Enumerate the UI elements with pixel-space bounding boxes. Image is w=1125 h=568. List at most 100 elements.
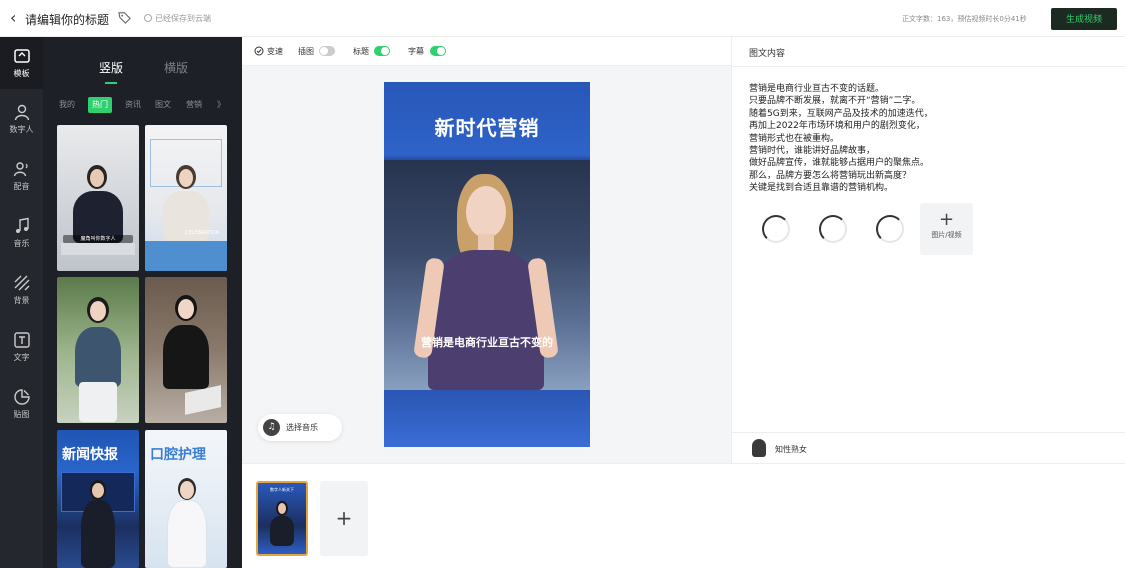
script-line: 那么，品牌方要怎么将营销玩出新高度？ xyxy=(749,170,912,181)
voice-name: 知性熟女 xyxy=(775,445,807,454)
script-line: 营销形式也在被重构。 xyxy=(749,133,840,144)
choose-music-button[interactable]: ♫ 选择音乐 xyxy=(258,414,342,441)
rail-label: 贴图 xyxy=(13,410,30,419)
toggle-subtitle-label: 字幕 xyxy=(408,47,424,56)
scene-thumb[interactable]: 数字人新关下 xyxy=(256,481,308,556)
add-media-button[interactable]: + 图片/视频 xyxy=(920,203,973,255)
category-more-arrow[interactable]: 》 xyxy=(213,97,229,113)
script-line: 随着5G到来，互联网产品及技术的加速迭代， xyxy=(749,108,933,119)
left-rail: 模板 数字人 配音 音乐 背景 文字 贴图 xyxy=(0,37,43,568)
sticker-icon xyxy=(13,389,30,405)
presenter-face xyxy=(92,483,104,498)
presenter-body xyxy=(163,325,209,389)
script-line: 再加上2022年市场环境和用户的剧烈变化， xyxy=(749,121,925,132)
presenter-face xyxy=(466,186,506,238)
voice-avatar xyxy=(752,439,766,457)
template-thumb[interactable]: 口腔护理 xyxy=(145,430,227,568)
text-icon xyxy=(13,332,30,348)
rail-label: 数字人 xyxy=(9,125,34,134)
banner xyxy=(145,241,227,271)
category-image-text[interactable]: 图文 xyxy=(151,97,175,113)
voice-selector[interactable]: 知性熟女 xyxy=(732,432,1125,463)
toggle-subtitle-switch[interactable] xyxy=(430,46,446,56)
toggle-title-switch[interactable] xyxy=(374,46,390,56)
music-icon xyxy=(15,217,29,233)
presenter-face xyxy=(179,169,193,187)
orientation-tabs: 竖版 横版 xyxy=(43,59,242,84)
template-headline: 新闻快报 xyxy=(62,447,118,463)
divider xyxy=(732,66,1125,67)
script-line: 关键是找到合适且靠谱的营销机构。 xyxy=(749,183,894,194)
template-panel: 竖版 横版 我的 热门 资讯 图文 营销 》 魔角叫你数字人 CELEBRATI… xyxy=(43,37,242,568)
toggle-illustration-label: 插图 xyxy=(298,47,314,56)
preview-footer xyxy=(384,390,590,447)
script-line: 营销时代，谁能讲好品牌故事， xyxy=(749,146,876,157)
background-icon xyxy=(14,275,29,291)
template-subcaption: CELEBRATION xyxy=(185,230,220,236)
rail-item-template[interactable]: 模板 xyxy=(0,37,43,89)
script-heading: 图文内容 xyxy=(749,49,786,59)
video-preview[interactable]: 新时代营销 营销是电商行业亘古不变的 xyxy=(384,82,590,447)
toggle-speed-label[interactable]: 变速 xyxy=(267,46,283,57)
rail-item-text[interactable]: 文字 xyxy=(0,321,43,373)
script-text-editor[interactable]: 营销是电商行业亘古不变的话题。 只要品牌不断发展，就离不开“营销”二字。 随着5… xyxy=(749,83,933,195)
speed-icon[interactable] xyxy=(254,46,264,56)
toggle-illustration-switch[interactable] xyxy=(319,46,335,56)
template-thumb[interactable]: CELEBRATION xyxy=(145,125,227,271)
script-panel: 图文内容 营销是电商行业亘古不变的话题。 只要品牌不断发展，就离不开“营销”二字… xyxy=(731,37,1125,463)
template-thumb[interactable] xyxy=(145,277,227,423)
template-headline: 口腔护理 xyxy=(150,447,206,463)
add-media-label: 图片/视频 xyxy=(931,231,962,239)
rail-label: 背景 xyxy=(13,296,30,305)
preview-title: 新时代营销 xyxy=(434,116,540,140)
back-arrow-icon[interactable]: ‹ xyxy=(10,9,16,27)
presenter-face xyxy=(180,481,194,499)
template-caption: 魔角叫你数字人 xyxy=(63,235,133,243)
rail-item-background[interactable]: 背景 xyxy=(0,264,43,316)
script-line: 做好品牌宣传，谁就能够占据用户的聚焦点。 xyxy=(749,158,930,169)
rail-item-voice[interactable]: 配音 xyxy=(0,150,43,202)
preview-area: 变速 插图 标题 字幕 新时代营销 营销是电商行业亘古不变的 ♫ 选择音乐 xyxy=(242,37,731,463)
presenter-body xyxy=(270,516,294,546)
save-status: 已经保存到云端 xyxy=(144,13,211,24)
project-title[interactable]: 请编辑你的标题 xyxy=(25,11,109,28)
template-thumb[interactable]: 魔角叫你数字人 xyxy=(57,125,139,271)
add-scene-button[interactable]: + xyxy=(320,481,368,556)
template-thumb[interactable]: 新闻快报 xyxy=(57,430,139,568)
scene-timeline: 数字人新关下 + xyxy=(242,463,1125,568)
category-hot[interactable]: 热门 xyxy=(88,97,112,113)
cloud-saved-icon xyxy=(144,14,152,22)
top-bar: ‹ 请编辑你的标题 已经保存到云端 正文字数：163，预估视频时长0分41秒 生… xyxy=(0,0,1125,37)
rail-item-digital-human[interactable]: 数字人 xyxy=(0,93,43,145)
loading-spinner-icon xyxy=(876,215,904,243)
category-marketing[interactable]: 营销 xyxy=(182,97,206,113)
script-line: 只要品牌不断发展，就离不开“营销”二字。 xyxy=(749,96,921,107)
template-thumb[interactable] xyxy=(57,277,139,423)
music-note-icon: ♫ xyxy=(263,419,280,436)
toggle-title-label: 标题 xyxy=(353,47,369,56)
desk xyxy=(61,243,135,255)
rail-item-music[interactable]: 音乐 xyxy=(0,207,43,259)
presenter-face xyxy=(278,503,286,514)
scene-thumb-title: 数字人新关下 xyxy=(270,487,294,492)
person-icon xyxy=(14,104,29,121)
rail-label: 配音 xyxy=(13,182,30,191)
presenter-face xyxy=(178,299,194,319)
presenter-body xyxy=(75,327,121,387)
script-line: 营销是电商行业亘古不变的话题。 xyxy=(749,84,885,94)
presenter-face xyxy=(90,169,104,187)
tab-portrait[interactable]: 竖版 xyxy=(99,59,123,84)
rail-label: 文字 xyxy=(13,353,30,362)
tab-landscape[interactable]: 横版 xyxy=(164,59,188,76)
generate-video-button[interactable]: 生成视频 xyxy=(1051,8,1117,30)
rail-item-sticker[interactable]: 贴图 xyxy=(0,378,43,430)
rail-label: 模板 xyxy=(13,69,30,78)
choose-music-label: 选择音乐 xyxy=(286,423,318,432)
save-status-text: 已经保存到云端 xyxy=(155,14,211,23)
loading-spinner-icon xyxy=(819,215,847,243)
category-mine[interactable]: 我的 xyxy=(55,97,79,113)
plus-icon: + xyxy=(938,209,955,230)
category-news[interactable]: 资讯 xyxy=(121,97,145,113)
voice-icon xyxy=(13,162,28,177)
tag-icon[interactable] xyxy=(118,11,131,24)
